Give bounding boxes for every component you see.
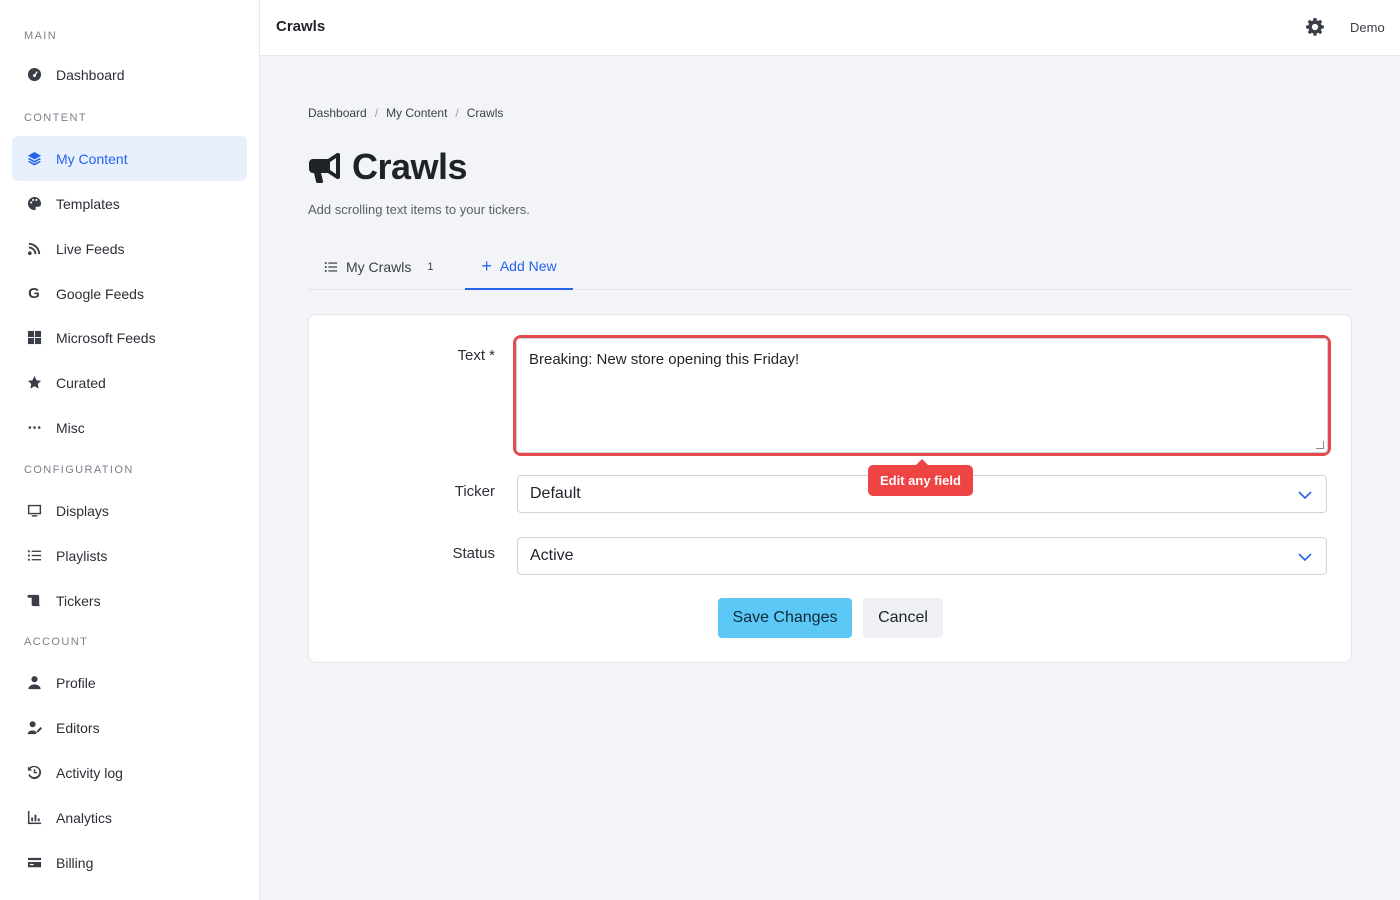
sidebar-item-label: Editors <box>56 719 100 736</box>
user-edit-icon <box>26 720 42 736</box>
sidebar-item-misc[interactable]: Misc <box>12 405 247 450</box>
status-selected-value: Active <box>530 547 574 564</box>
history-icon <box>26 765 42 781</box>
breadcrumb-separator: / <box>374 106 379 120</box>
sidebar-item-label: Activity log <box>56 764 123 781</box>
tab-label: My Crawls <box>346 259 412 275</box>
gear-icon[interactable] <box>1306 18 1326 38</box>
breadcrumb-dashboard[interactable]: Dashboard <box>308 106 367 120</box>
monitor-icon <box>26 503 42 519</box>
sidebar-item-google-feeds[interactable]: G Google Feeds <box>12 271 247 316</box>
tab-my-crawls[interactable]: My Crawls 1 <box>324 244 433 290</box>
sidebar-item-label: Tickers <box>56 592 101 609</box>
sidebar-item-my-content[interactable]: My Content <box>12 136 247 181</box>
sidebar-item-label: Misc <box>56 419 85 436</box>
sidebar-item-displays[interactable]: Displays <box>12 488 247 533</box>
page-subtitle: Add scrolling text items to your tickers… <box>308 202 530 217</box>
megaphone-icon <box>308 149 344 185</box>
tab-add-new[interactable]: + Add New <box>465 244 573 290</box>
dashboard-gauge-icon <box>26 67 42 83</box>
text-input[interactable]: Breaking: New store opening this Friday! <box>516 338 1328 453</box>
chevron-down-icon <box>1298 550 1312 564</box>
sidebar: MAIN Dashboard CONTENT My Content Templa… <box>0 0 260 900</box>
breadcrumb-separator: / <box>455 106 459 120</box>
sidebar-item-label: Displays <box>56 502 109 519</box>
crawl-form-card: Text * Breaking: New store opening this … <box>308 314 1352 663</box>
scroll-icon <box>26 593 42 609</box>
sidebar-item-curated[interactable]: Curated <box>12 360 247 405</box>
section-label-content: CONTENT <box>24 112 87 124</box>
sidebar-item-microsoft-feeds[interactable]: Microsoft Feeds <box>12 315 247 360</box>
bar-chart-icon <box>26 810 42 826</box>
ellipsis-icon <box>26 420 42 436</box>
breadcrumb-crawls: Crawls <box>466 106 504 120</box>
list-icon <box>26 548 42 564</box>
sidebar-item-label: Billing <box>56 854 94 871</box>
sidebar-item-label: Analytics <box>56 809 113 826</box>
palette-icon <box>26 196 42 212</box>
sidebar-item-label: Live Feeds <box>56 240 125 257</box>
topbar-title: Crawls <box>276 18 326 35</box>
topbar: Crawls Demo <box>260 0 1400 56</box>
sidebar-item-profile[interactable]: Profile <box>12 660 247 705</box>
text-field-highlight: Breaking: New store opening this Friday! <box>513 335 1331 456</box>
layers-icon <box>26 151 42 167</box>
cancel-button[interactable]: Cancel <box>863 598 943 638</box>
sidebar-item-label: Google Feeds <box>56 285 144 302</box>
sidebar-item-label: Microsoft Feeds <box>56 329 156 346</box>
ticker-field-label: Ticker <box>454 483 495 500</box>
chevron-down-icon <box>1298 488 1312 502</box>
sidebar-item-label: My Content <box>56 150 128 167</box>
sidebar-item-label: Playlists <box>56 547 108 564</box>
section-label-account: ACCOUNT <box>24 636 89 648</box>
sidebar-item-editors[interactable]: Editors <box>12 705 247 750</box>
sidebar-item-label: Curated <box>56 374 106 391</box>
sidebar-item-dashboard[interactable]: Dashboard <box>12 52 247 97</box>
sidebar-item-label: Templates <box>56 195 120 212</box>
credit-card-icon <box>26 855 42 871</box>
satellite-dish-icon <box>26 241 42 257</box>
sidebar-item-activity-log[interactable]: Activity log <box>12 750 247 795</box>
plus-icon: + <box>481 256 492 276</box>
section-label-configuration: CONFIGURATION <box>24 464 134 476</box>
sidebar-item-live-feeds[interactable]: Live Feeds <box>12 226 247 271</box>
save-changes-button[interactable]: Save Changes <box>718 598 852 638</box>
text-field-label: Text * <box>457 347 495 364</box>
page-header: Crawls <box>308 146 468 188</box>
sidebar-item-label: Dashboard <box>56 66 125 83</box>
sidebar-item-templates[interactable]: Templates <box>12 181 247 226</box>
status-field-label: Status <box>452 545 495 562</box>
resize-handle-icon[interactable] <box>1316 441 1324 449</box>
breadcrumb: Dashboard / My Content / Crawls <box>308 106 503 120</box>
status-select[interactable]: Active <box>517 537 1327 575</box>
ticker-selected-value: Default <box>530 485 581 502</box>
count-badge: 1 <box>427 261 434 273</box>
list-icon <box>324 260 338 274</box>
sidebar-item-playlists[interactable]: Playlists <box>12 533 247 578</box>
windows-logo-icon <box>26 330 42 346</box>
sidebar-item-billing[interactable]: Billing <box>12 840 247 885</box>
user-menu[interactable]: Demo <box>1350 20 1385 35</box>
user-icon <box>26 675 42 691</box>
star-icon <box>26 375 42 391</box>
section-label-main: MAIN <box>24 30 58 42</box>
tab-label: Add New <box>499 258 557 274</box>
breadcrumb-my-content[interactable]: My Content <box>386 106 447 120</box>
sidebar-item-tickers[interactable]: Tickers <box>12 578 247 623</box>
sidebar-item-label: Profile <box>56 674 96 691</box>
google-g-icon: G <box>28 285 40 302</box>
page-title: Crawls <box>352 146 468 187</box>
edit-hint-tooltip: Edit any field <box>868 459 973 496</box>
sidebar-item-analytics[interactable]: Analytics <box>12 795 247 840</box>
tab-bar: My Crawls 1 + Add New <box>308 244 1352 290</box>
